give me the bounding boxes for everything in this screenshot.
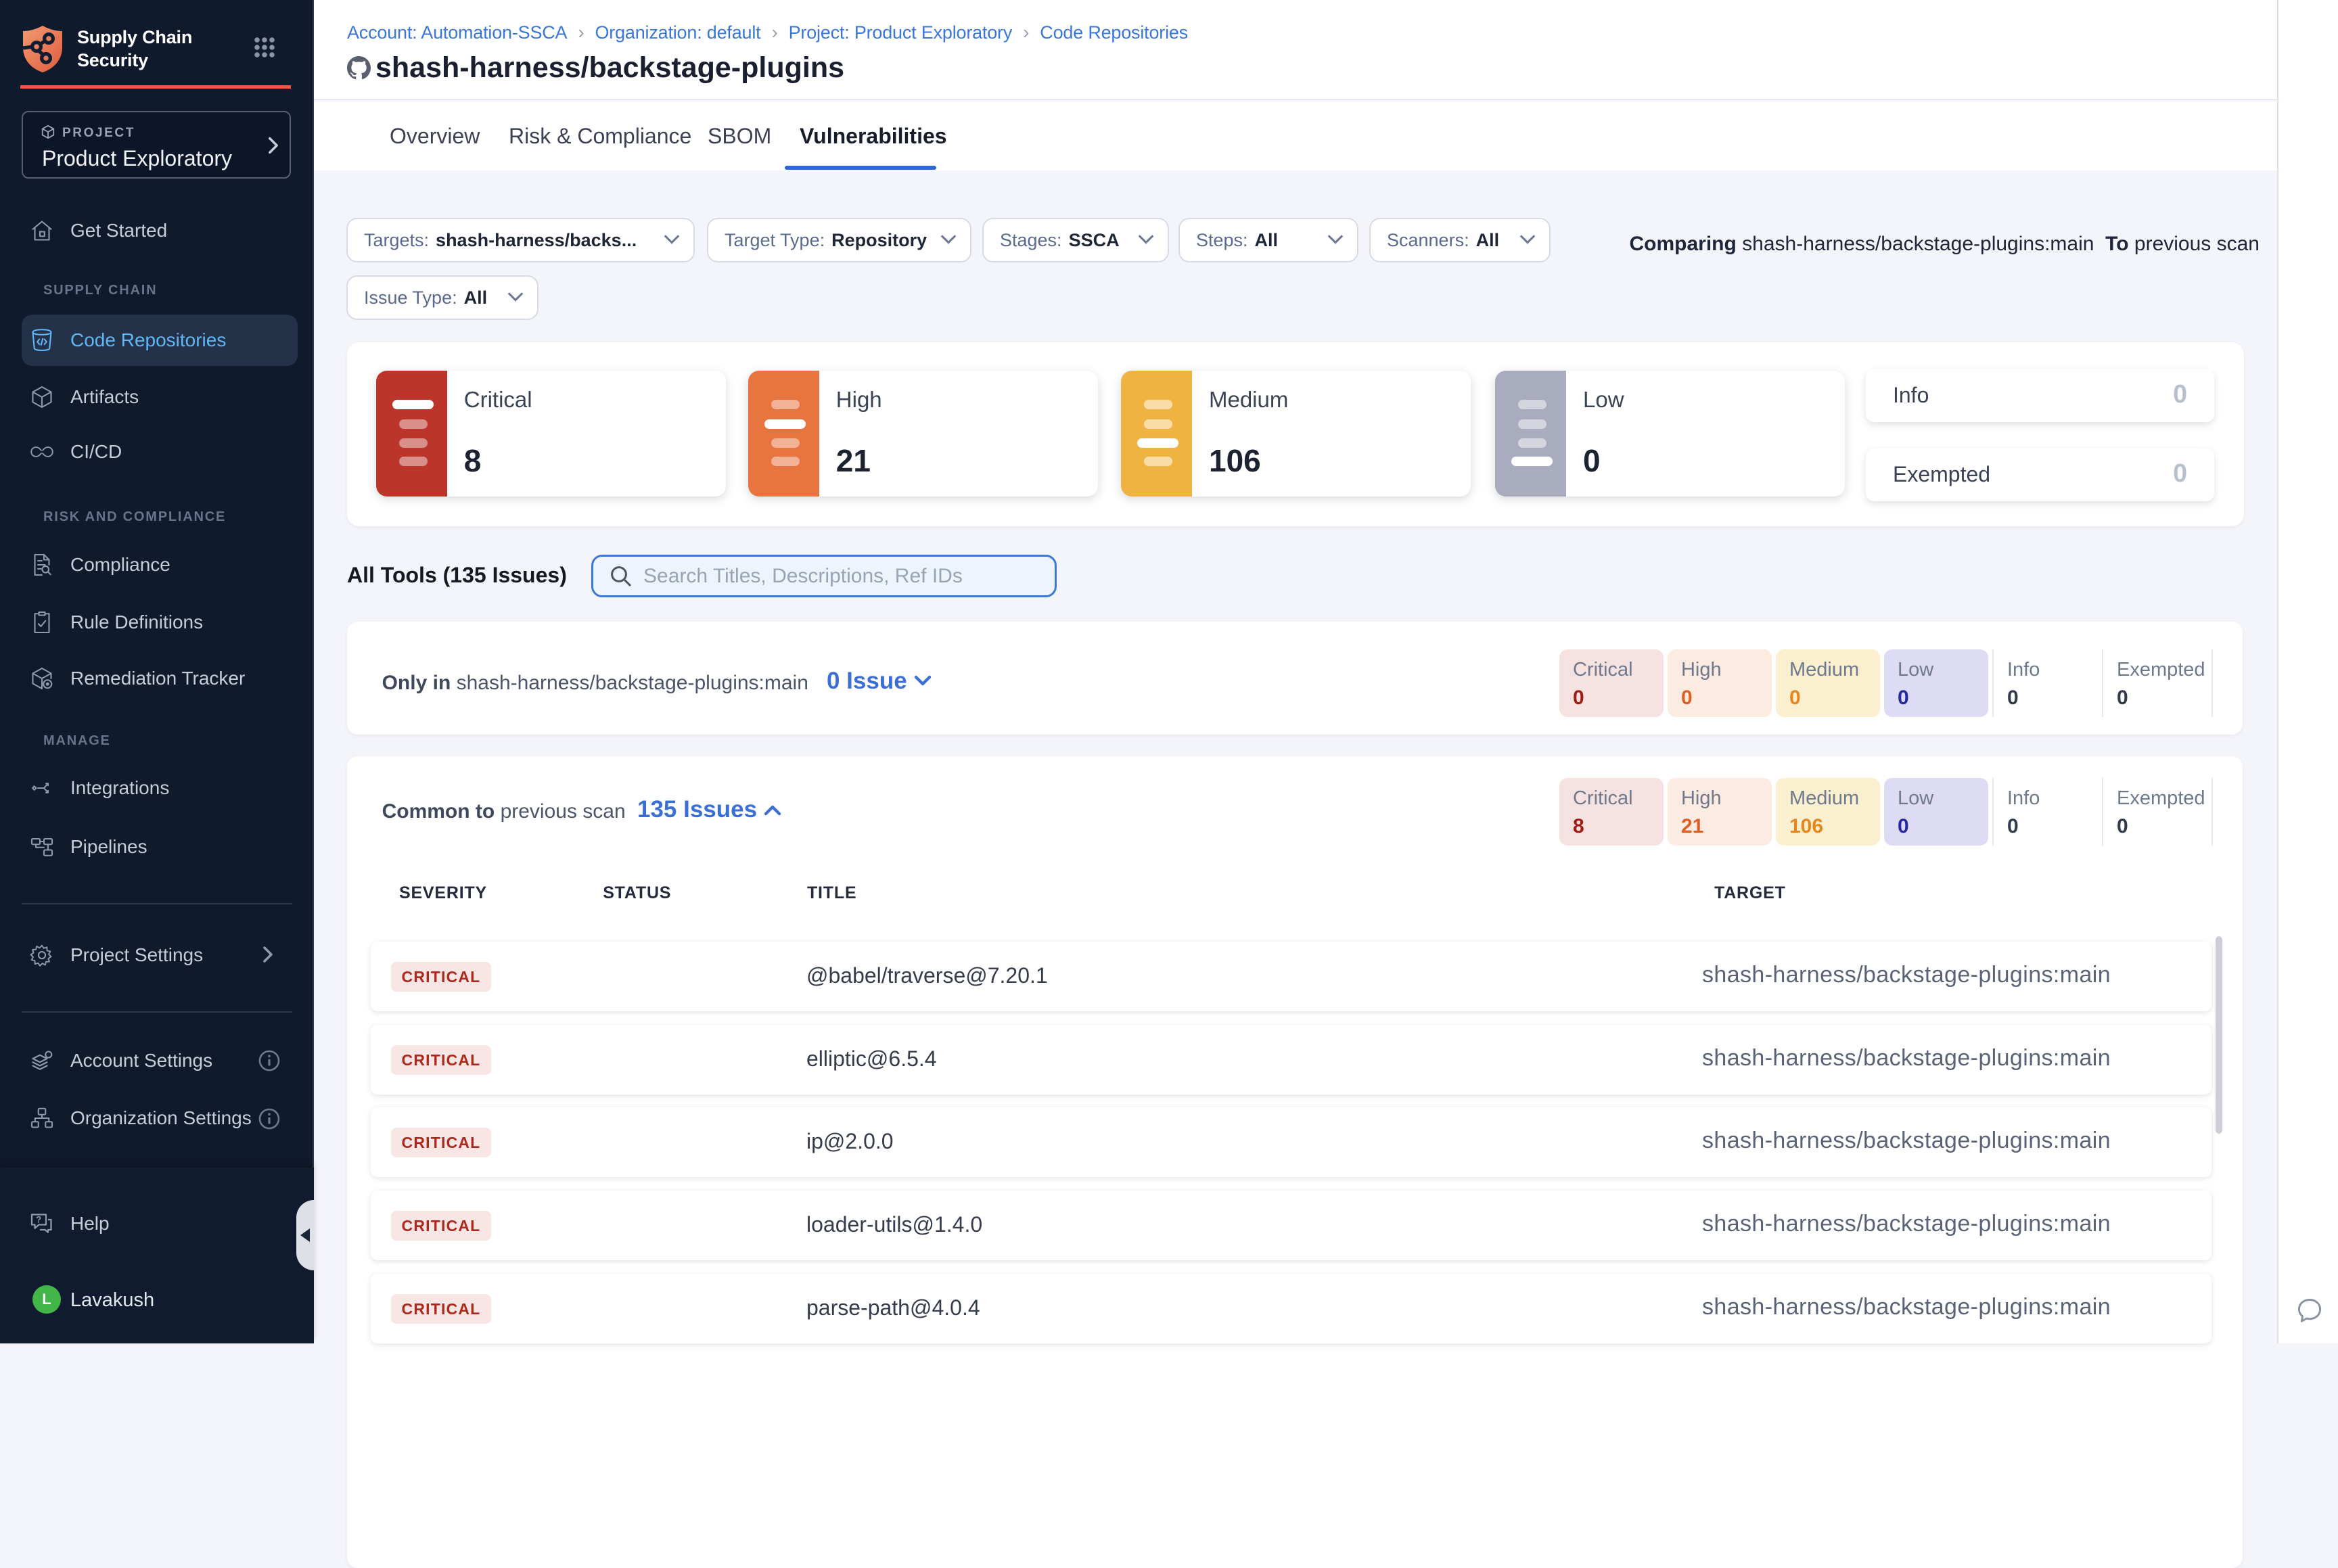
svg-text:?: ?	[36, 1214, 41, 1224]
